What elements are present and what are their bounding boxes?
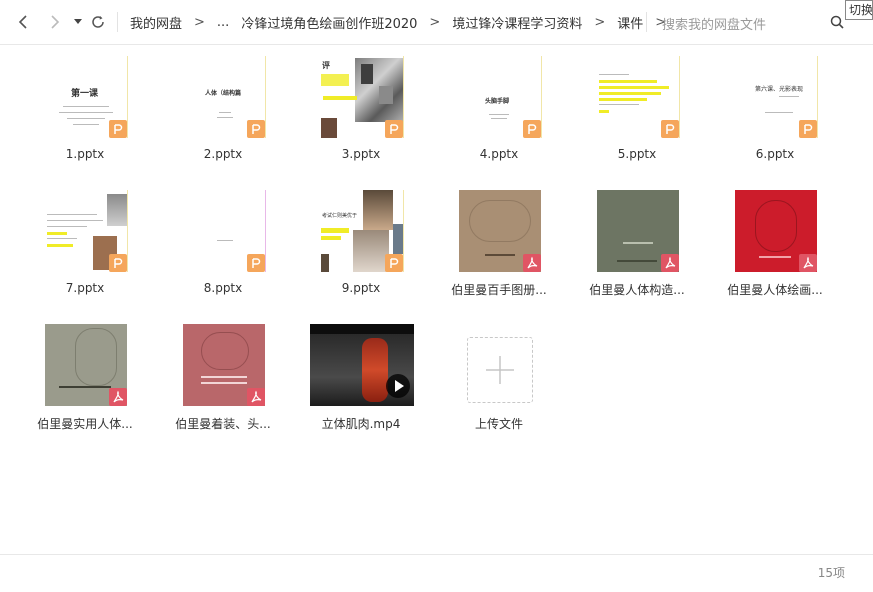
slide-title: 第六课、光影表现 [755,86,804,93]
slide-title: 考试仁则美优于 [322,213,358,219]
file-thumbnail: 第六课、光影表现 [735,56,818,138]
breadcrumb-current[interactable]: 课件 [617,13,643,32]
upload-label: 上传文件 [474,417,523,431]
upload-box[interactable] [467,337,533,403]
item-count: 15项 [817,566,845,580]
chevron-right-icon: > [429,14,441,30]
ppt-file-icon [385,254,403,272]
file-thumbnail [735,190,817,272]
file-name: 4.pptx [479,147,519,161]
status-bar: 15项 [0,554,873,592]
pdf-file-icon [523,254,541,272]
pdf-file-icon [247,388,265,406]
ppt-file-icon [661,120,679,138]
file-thumbnail [310,324,414,406]
ppt-file-icon [109,254,127,272]
file-name: 7.pptx [65,281,105,295]
file-thumbnail [183,190,266,272]
file-thumbnail: 评 [321,56,404,138]
file-thumbnail [459,190,541,272]
file-name: 伯里曼人体构造... [589,283,685,297]
plus-icon [486,356,514,384]
ppt-file-icon [385,120,403,138]
search-icon[interactable] [830,14,846,30]
slide-title: 评 [322,60,330,70]
toolbar: 我的网盘 > ... 冷锋过境角色绘画创作班2020 > 境过锋冷课程学习资料 … [0,0,873,45]
slide-title: 头脑手脚 [485,98,510,105]
refresh-icon[interactable] [88,12,108,32]
chevron-right-icon: > [194,14,205,30]
pdf-file-icon [799,254,817,272]
file-name: 立体肌肉.mp4 [321,417,401,431]
file-name: 2.pptx [203,147,243,161]
chevron-right-icon: > [594,14,606,30]
slide-title: 第一课 [71,89,99,99]
breadcrumb-materials[interactable]: 境过锋冷课程学习资料 [452,13,582,32]
file-name: 9.pptx [341,281,381,295]
file-name: 3.pptx [341,147,381,161]
breadcrumb-course[interactable]: 冷锋过境角色绘画创作班2020 [241,13,417,32]
breadcrumb: 我的网盘 > ... 冷锋过境角色绘画创作班2020 > 境过锋冷课程学习资料 … [130,0,678,44]
file-name: 8.pptx [203,281,243,295]
ppt-file-icon [247,120,265,138]
file-thumbnail [597,56,680,138]
file-name: 6.pptx [755,147,795,161]
file-thumbnail: 第一课 [45,56,128,138]
pdf-file-icon [661,254,679,272]
file-name: 伯里曼人体绘画... [727,283,823,297]
file-name: 5.pptx [617,147,657,161]
file-thumbnail: 考试仁则美优于 [321,190,404,272]
pdf-file-icon [109,388,127,406]
slide-title: 人体（结构篇 [205,90,242,97]
file-name: 伯里曼百手图册... [451,283,547,297]
file-thumbnail: 头脑手脚 [459,56,542,138]
ppt-file-icon [799,120,817,138]
file-name: 1.pptx [65,147,105,161]
ppt-file-icon [247,254,265,272]
file-thumbnail [183,324,265,406]
file-thumbnail [45,324,127,406]
file-name: 伯里曼实用人体... [37,417,133,431]
search-input[interactable]: 搜索我的网盘文件 [662,14,766,33]
file-thumbnail [45,190,128,272]
file-thumbnail [597,190,679,272]
breadcrumb-ellipsis[interactable]: ... [217,15,229,30]
ppt-file-icon [523,120,541,138]
breadcrumb-root[interactable]: 我的网盘 [130,13,182,32]
file-thumbnail: 人体（结构篇 [183,56,266,138]
history-dropdown-icon[interactable] [68,12,88,32]
forward-icon[interactable] [44,12,64,32]
file-name: 伯里曼着装、头... [175,417,271,431]
ppt-file-icon [109,120,127,138]
play-icon[interactable] [386,374,410,398]
back-icon[interactable] [14,12,34,32]
